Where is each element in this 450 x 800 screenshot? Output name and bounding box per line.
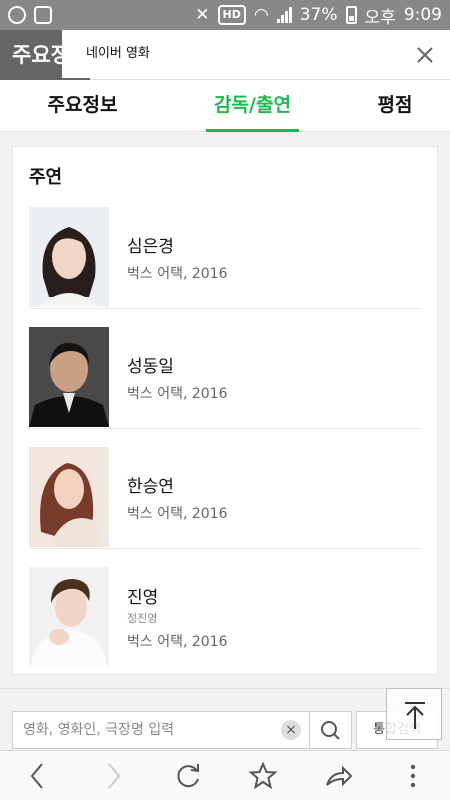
search-input[interactable] bbox=[13, 712, 281, 748]
actor-real-name: 정진영 bbox=[127, 612, 158, 625]
actor-work: 벅스 어택, 2016 bbox=[127, 634, 228, 650]
time-period: 오후 bbox=[364, 7, 396, 28]
back-icon bbox=[30, 762, 43, 789]
actor-name[interactable]: 심은경 bbox=[127, 232, 228, 257]
actor-work: 벅스 어택, 2016 bbox=[127, 385, 228, 402]
app-header: 주요정 네이버 영화 bbox=[0, 30, 450, 80]
tab-rating[interactable]: 평점 bbox=[340, 80, 450, 131]
status-bar: ✕ HD ◠ 37% 오후 9:09 bbox=[0, 0, 450, 30]
app-notification-icon bbox=[8, 6, 26, 24]
gallery-notification-icon bbox=[34, 6, 52, 24]
tab-director-cast[interactable]: 감독/출연 bbox=[165, 80, 340, 132]
cast-item[interactable]: 성동일 벅스 어택, 2016 bbox=[29, 317, 421, 437]
cast-card: 주연 심은경 벅스 어택, 2016 성동일 벅스 어택, 2016 한승연 벅… bbox=[12, 146, 438, 675]
tab-bar: 주요정보 감독/출연 평점 bbox=[0, 80, 450, 132]
refresh-icon bbox=[176, 763, 199, 787]
search-box: × bbox=[12, 711, 310, 749]
actor-name[interactable]: 성동일 bbox=[127, 352, 228, 377]
header-popup-title: 네이버 영화 bbox=[62, 30, 422, 78]
cast-item[interactable]: 진영 정진영 벅스 어택, 2016 bbox=[29, 557, 421, 677]
divider bbox=[29, 548, 421, 549]
share-button[interactable] bbox=[300, 751, 375, 800]
more-icon bbox=[410, 764, 415, 787]
scroll-to-top-button[interactable] bbox=[386, 688, 442, 740]
arrow-up-icon bbox=[405, 702, 425, 729]
battery-icon bbox=[345, 6, 357, 24]
cast-item[interactable]: 한승연 벅스 어택, 2016 bbox=[29, 437, 421, 557]
actor-name[interactable]: 한승연 bbox=[127, 472, 228, 497]
divider bbox=[29, 308, 421, 309]
search-icon bbox=[321, 721, 340, 740]
actor-photo bbox=[29, 327, 109, 427]
actor-name[interactable]: 진영 bbox=[127, 583, 228, 608]
more-button[interactable] bbox=[375, 751, 450, 800]
search-button[interactable] bbox=[310, 711, 352, 749]
browser-nav-bar bbox=[0, 750, 450, 800]
cast-item[interactable]: 심은경 벅스 어택, 2016 bbox=[29, 197, 421, 317]
forward-button[interactable] bbox=[75, 751, 150, 800]
actor-work: 벅스 어택, 2016 bbox=[127, 505, 228, 522]
actor-work: 벅스 어택, 2016 bbox=[127, 265, 228, 282]
share-icon bbox=[325, 765, 352, 786]
actor-photo bbox=[29, 447, 109, 547]
wifi-icon: ◠ bbox=[253, 5, 269, 25]
back-button[interactable] bbox=[0, 751, 75, 800]
signal-icon bbox=[276, 7, 292, 23]
hd-badge: HD bbox=[217, 5, 246, 25]
bookmark-button[interactable] bbox=[225, 751, 300, 800]
refresh-button[interactable] bbox=[150, 751, 225, 800]
search-area: × 통합검색 bbox=[0, 688, 450, 750]
actor-photo bbox=[29, 207, 109, 307]
bookmark-star-icon bbox=[247, 761, 278, 789]
clock: 9:09 bbox=[403, 5, 442, 25]
battery-text: 37% bbox=[299, 5, 338, 25]
divider bbox=[29, 428, 421, 429]
close-icon[interactable] bbox=[410, 40, 440, 70]
clear-icon[interactable]: × bbox=[281, 720, 301, 740]
section-title: 주연 bbox=[29, 167, 63, 188]
forward-icon bbox=[107, 762, 120, 789]
mute-icon: ✕ bbox=[195, 5, 210, 25]
tab-main-info[interactable]: 주요정보 bbox=[0, 80, 165, 131]
actor-photo bbox=[29, 567, 109, 667]
